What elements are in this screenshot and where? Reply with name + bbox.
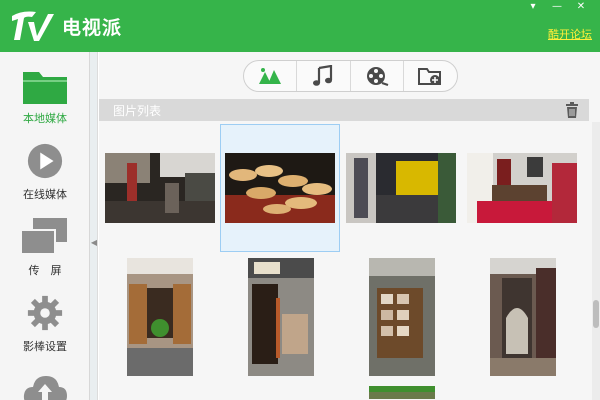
- tab-pictures[interactable]: [244, 61, 298, 91]
- sidebar-item-label: 影棒设置: [23, 340, 67, 353]
- minimize-icon[interactable]: —: [548, 0, 566, 12]
- app-title: 电视派: [62, 17, 123, 39]
- photo-thumbnail: [490, 258, 556, 376]
- forum-link[interactable]: 酷开论坛: [548, 26, 592, 42]
- picture-icon: [259, 68, 282, 84]
- folder-icon: [23, 72, 67, 104]
- media-type-tabs: [243, 60, 458, 92]
- thumbnail-cell[interactable]: [341, 252, 461, 380]
- sidebar-item-screen-cast[interactable]: 传 屏: [0, 214, 90, 290]
- thumbnail-cell[interactable]: [99, 252, 219, 380]
- photo-thumbnail: [346, 153, 456, 223]
- photo-thumbnail: [369, 258, 435, 376]
- thumbnail-cell[interactable]: [462, 252, 582, 380]
- video-reel-icon: [366, 67, 388, 87]
- photo-thumbnail: [127, 258, 193, 376]
- tab-music[interactable]: [297, 61, 351, 91]
- add-folder-icon: [418, 68, 442, 85]
- sidebar-item-online-media[interactable]: 在线媒体: [0, 138, 90, 214]
- window-controls: ▾ — ✕: [524, 0, 590, 12]
- tab-videos[interactable]: [351, 61, 404, 91]
- sidebar-item-local-media[interactable]: 本地媒体: [0, 62, 90, 138]
- scrollbar-thumb[interactable]: [593, 300, 599, 328]
- sidebar-item-settings[interactable]: 影棒设置: [0, 290, 90, 366]
- title-bar: 电视派 ▾ — ✕ 酷开论坛: [0, 0, 600, 52]
- tab-add-folder[interactable]: [404, 61, 457, 91]
- music-icon: [313, 65, 333, 86]
- sidebar-item-label: 在线媒体: [23, 188, 67, 201]
- tv-logo-icon: [12, 11, 54, 41]
- photo-thumbnail: [225, 153, 335, 223]
- thumbnail-cell[interactable]: [99, 124, 219, 252]
- cloud-upload-icon: [23, 376, 67, 400]
- vertical-scrollbar[interactable]: [592, 122, 600, 400]
- photo-thumbnail: [248, 258, 314, 376]
- sidebar-collapse-strip[interactable]: ◀: [90, 52, 98, 400]
- picture-list-header: 图片列表: [99, 99, 589, 121]
- gear-icon: [27, 295, 63, 331]
- photo-thumbnail: [105, 153, 215, 223]
- close-icon[interactable]: ✕: [572, 0, 590, 12]
- screen-cast-icon: [20, 218, 67, 255]
- sidebar: 本地媒体 在线媒体 传 屏 影棒设置: [0, 52, 90, 400]
- trash-icon[interactable]: [563, 101, 581, 119]
- sidebar-item-label: 本地媒体: [23, 112, 67, 125]
- sidebar-item-cloud[interactable]: [0, 366, 90, 400]
- thumbnail-cell[interactable]: [341, 380, 461, 400]
- section-title: 图片列表: [113, 104, 162, 118]
- thumbnail-cell-selected[interactable]: [220, 124, 340, 252]
- thumbnail-cell[interactable]: [462, 124, 582, 252]
- picture-grid: [99, 122, 589, 400]
- menu-icon[interactable]: ▾: [524, 0, 542, 12]
- sidebar-item-label: 传 屏: [28, 264, 62, 277]
- photo-thumbnail: [369, 386, 435, 399]
- collapse-arrow-icon[interactable]: ◀: [90, 236, 98, 248]
- photo-thumbnail: [467, 153, 577, 223]
- play-icon: [27, 143, 63, 179]
- main-panel: 图片列表: [99, 52, 600, 400]
- thumbnail-cell[interactable]: [220, 252, 340, 380]
- thumbnail-cell[interactable]: [341, 124, 461, 252]
